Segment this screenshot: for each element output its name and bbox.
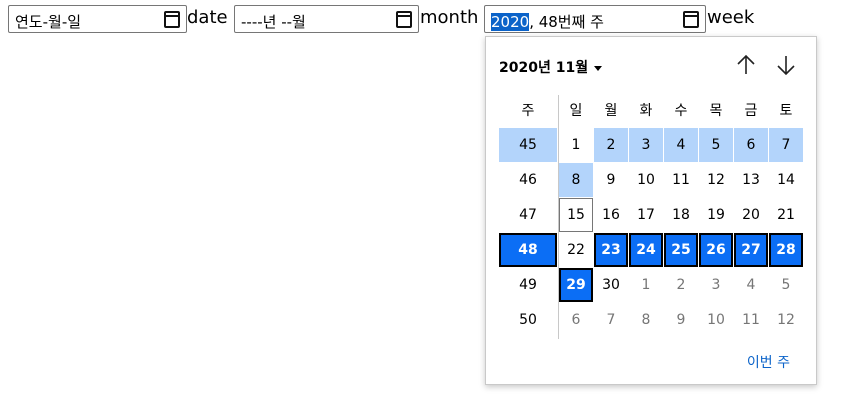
- day-cell[interactable]: 20: [734, 198, 768, 232]
- week-number-cell[interactable]: 45: [499, 128, 557, 162]
- weekday-header: 화: [639, 103, 653, 119]
- day-cell[interactable]: 25: [664, 233, 698, 267]
- day-cell[interactable]: 2: [594, 128, 628, 162]
- day-cell[interactable]: 9: [594, 163, 628, 197]
- next-month-button[interactable]: [772, 51, 800, 79]
- weekday-header: 금: [744, 103, 758, 119]
- day-cell[interactable]: 11: [664, 163, 698, 197]
- day-cell[interactable]: 18: [664, 198, 698, 232]
- day-cell[interactable]: 26: [699, 233, 733, 267]
- day-cell[interactable]: 10: [699, 303, 733, 337]
- day-cell[interactable]: 6: [734, 128, 768, 162]
- arrow-up-icon: [737, 54, 755, 74]
- day-cell[interactable]: 8: [559, 163, 593, 197]
- day-cell[interactable]: 4: [734, 268, 768, 302]
- day-cell[interactable]: 10: [629, 163, 663, 197]
- day-cell[interactable]: 7: [769, 128, 803, 162]
- weekday-header: 월: [604, 103, 618, 119]
- calendar-icon[interactable]: [164, 11, 180, 28]
- day-cell[interactable]: 21: [769, 198, 803, 232]
- day-cell[interactable]: 5: [769, 268, 803, 302]
- day-cell[interactable]: 23: [594, 233, 628, 267]
- month-input[interactable]: ----년 --월: [234, 5, 419, 33]
- weekday-header: 일: [569, 103, 583, 119]
- day-cell[interactable]: 14: [769, 163, 803, 197]
- week-number-segment[interactable]: , 48번째 주: [529, 13, 604, 31]
- week-number-cell[interactable]: 47: [499, 198, 557, 232]
- week-input[interactable]: 2020, 48번째 주: [484, 5, 706, 33]
- week-number-cell[interactable]: 46: [499, 163, 557, 197]
- month-year-label: 2020년 11월: [499, 60, 589, 76]
- day-cell[interactable]: 1: [559, 128, 593, 162]
- day-cell[interactable]: 29: [559, 268, 593, 302]
- week-input-value: 2020, 48번째 주: [491, 11, 604, 32]
- day-cell[interactable]: 2: [664, 268, 698, 302]
- caret-down-icon: [594, 65, 603, 71]
- weekday-header: 수: [674, 103, 688, 119]
- day-cell[interactable]: 4: [664, 128, 698, 162]
- day-cell[interactable]: 28: [769, 233, 803, 267]
- day-cell[interactable]: 15: [559, 198, 593, 232]
- week-number-cell[interactable]: 48: [499, 233, 557, 267]
- day-cell[interactable]: 17: [629, 198, 663, 232]
- weekday-header: 토: [779, 103, 793, 119]
- day-cell[interactable]: 12: [699, 163, 733, 197]
- day-cell[interactable]: 27: [734, 233, 768, 267]
- this-week-button[interactable]: 이번 주: [747, 352, 790, 372]
- weekday-header: 목: [709, 103, 723, 119]
- date-input[interactable]: 연도-월-일: [8, 5, 187, 33]
- month-year-dropdown[interactable]: 2020년 11월: [499, 57, 603, 77]
- day-cell[interactable]: 24: [629, 233, 663, 267]
- arrow-down-icon: [777, 56, 795, 76]
- month-label: month: [420, 7, 479, 28]
- week-label: week: [707, 7, 755, 28]
- day-cell[interactable]: 12: [769, 303, 803, 337]
- calendar-icon[interactable]: [683, 11, 699, 28]
- date-input-value: 연도-월-일: [15, 13, 82, 31]
- week-picker-popup: 2020년 11월 주 일 월 화 수 목 금 토 45 1 2 3 4 5 6 7 46 8 9 10 11 12 13 1…: [485, 36, 817, 385]
- week-number-cell[interactable]: 49: [499, 268, 557, 302]
- week-column-header: 주: [521, 103, 535, 119]
- day-cell[interactable]: 13: [734, 163, 768, 197]
- date-label: date: [187, 7, 228, 28]
- day-cell[interactable]: 5: [699, 128, 733, 162]
- day-cell[interactable]: 7: [594, 303, 628, 337]
- day-cell[interactable]: 3: [629, 128, 663, 162]
- day-cell[interactable]: 3: [699, 268, 733, 302]
- day-cell[interactable]: 22: [559, 233, 593, 267]
- day-cell[interactable]: 9: [664, 303, 698, 337]
- day-cell[interactable]: 11: [734, 303, 768, 337]
- month-input-value: ----년 --월: [241, 13, 306, 31]
- day-cell[interactable]: 1: [629, 268, 663, 302]
- calendar-icon[interactable]: [396, 11, 412, 28]
- week-year-segment[interactable]: 2020: [491, 13, 530, 31]
- day-cell[interactable]: 16: [594, 198, 628, 232]
- week-number-cell[interactable]: 50: [499, 303, 557, 337]
- day-cell[interactable]: 8: [629, 303, 663, 337]
- day-cell[interactable]: 6: [559, 303, 593, 337]
- previous-month-button[interactable]: [732, 51, 760, 79]
- day-cell[interactable]: 30: [594, 268, 628, 302]
- day-cell[interactable]: 19: [699, 198, 733, 232]
